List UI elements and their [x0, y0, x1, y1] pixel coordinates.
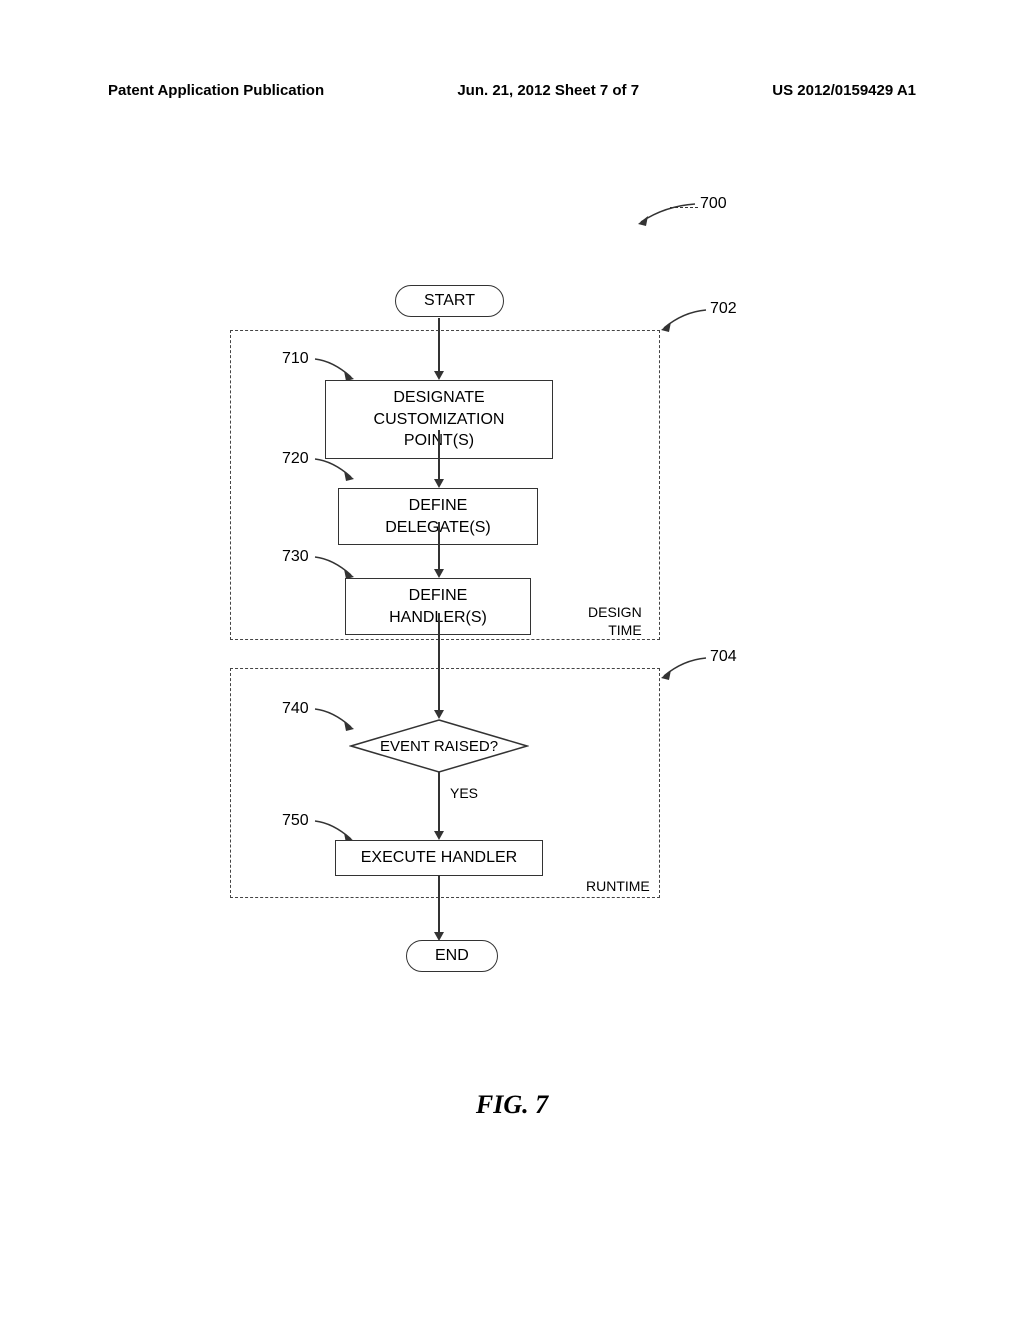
header-left: Patent Application Publication	[108, 82, 324, 99]
ref-740: 740	[282, 700, 309, 718]
ref-730: 730	[282, 548, 309, 566]
arrow-740-750	[438, 772, 440, 832]
runtime-label: RUNTIME	[586, 878, 650, 896]
yes-label: YES	[450, 785, 478, 801]
ref-710: 710	[282, 350, 309, 368]
header-right: US 2012/0159429 A1	[772, 82, 916, 99]
leader-700-dash	[670, 207, 698, 208]
leader-704	[658, 654, 718, 684]
decision-740: EVENT RAISED?	[349, 718, 529, 774]
figure-caption: FIG. 7	[0, 1090, 1024, 1120]
header-center: Jun. 21, 2012 Sheet 7 of 7	[457, 82, 639, 99]
flowchart: 700 START DESIGN TIME 702 710 DESIGNATE …	[210, 170, 790, 1070]
arrow-710-720	[438, 430, 440, 480]
ref-750: 750	[282, 812, 309, 830]
start-terminator: START	[395, 285, 504, 317]
ref-720: 720	[282, 450, 309, 468]
end-label: END	[435, 947, 469, 964]
leader-700	[635, 200, 705, 230]
arrow-720-730	[438, 522, 440, 570]
design-time-label: DESIGN TIME	[588, 604, 642, 639]
leader-720	[313, 455, 358, 485]
step-750: EXECUTE HANDLER	[335, 840, 543, 876]
end-terminator: END	[406, 940, 498, 972]
decision-740-label: EVENT RAISED?	[349, 718, 529, 774]
leader-702	[658, 306, 718, 336]
arrow-750-end	[438, 875, 440, 933]
start-label: START	[424, 292, 475, 309]
page-header: Patent Application Publication Jun. 21, …	[108, 82, 916, 99]
